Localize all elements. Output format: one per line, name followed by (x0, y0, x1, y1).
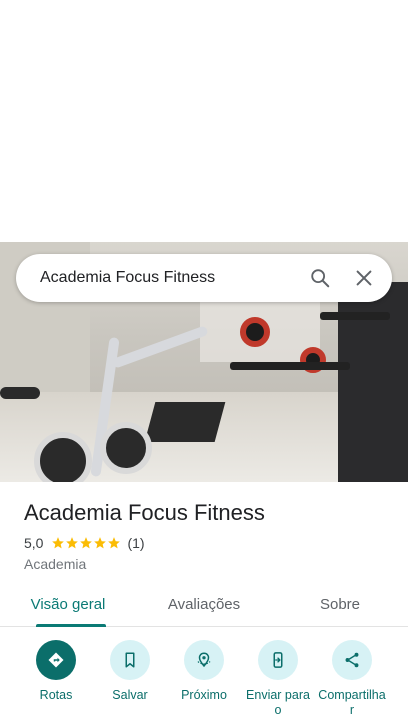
star-icon (94, 537, 107, 549)
directions-button[interactable]: Rotas (19, 640, 93, 724)
review-count: (1) (127, 535, 145, 551)
rating-row[interactable]: 5,0 (1) (24, 535, 145, 551)
directions-icon (36, 640, 76, 680)
search-input[interactable]: Academia Focus Fitness (16, 269, 298, 287)
place-category: Academia (24, 556, 87, 572)
photo-treadmill-handle (111, 325, 209, 369)
nearby-label: Próximo (181, 688, 227, 702)
photo-plate (240, 317, 270, 347)
star-icon (80, 537, 93, 549)
nearby-icon (184, 640, 224, 680)
share-label: Compartilhar (318, 688, 386, 717)
close-icon[interactable] (342, 254, 386, 302)
search-icon[interactable] (298, 254, 342, 302)
rating-stars (51, 536, 121, 550)
send-to-phone-button[interactable]: Enviar para o (241, 640, 315, 724)
tab-about[interactable]: Sobre (272, 590, 408, 626)
star-icon (52, 537, 65, 549)
share-button[interactable]: Compartilhar (315, 640, 389, 724)
directions-label: Rotas (39, 688, 73, 702)
star-icon (108, 537, 121, 549)
map-area[interactable] (0, 0, 408, 242)
photo-bike-wheel (34, 432, 92, 482)
photo-bar (320, 312, 390, 320)
send-to-phone-icon (258, 640, 298, 680)
bookmark-icon (110, 640, 150, 680)
photo-bar (230, 362, 350, 370)
save-label: Salvar (112, 688, 148, 702)
tab-bar: Visão geral Avaliações Sobre (0, 590, 408, 627)
action-bar: Rotas Salvar Próximo Enviar para o Compa… (0, 640, 408, 724)
photo-treadmill (144, 402, 226, 442)
rating-value: 5,0 (24, 535, 44, 551)
save-button[interactable]: Salvar (93, 640, 167, 724)
photo-bike-wheel (100, 422, 152, 474)
nearby-button[interactable]: Próximo (167, 640, 241, 724)
send-to-phone-label: Enviar para o (246, 688, 310, 717)
photo-bike-seat (0, 387, 40, 399)
tab-reviews[interactable]: Avaliações (136, 590, 272, 626)
search-bar[interactable]: Academia Focus Fitness (16, 254, 392, 302)
star-icon (66, 537, 79, 549)
tab-overview[interactable]: Visão geral (0, 590, 136, 627)
share-icon (332, 640, 372, 680)
place-title: Academia Focus Fitness (24, 500, 265, 525)
